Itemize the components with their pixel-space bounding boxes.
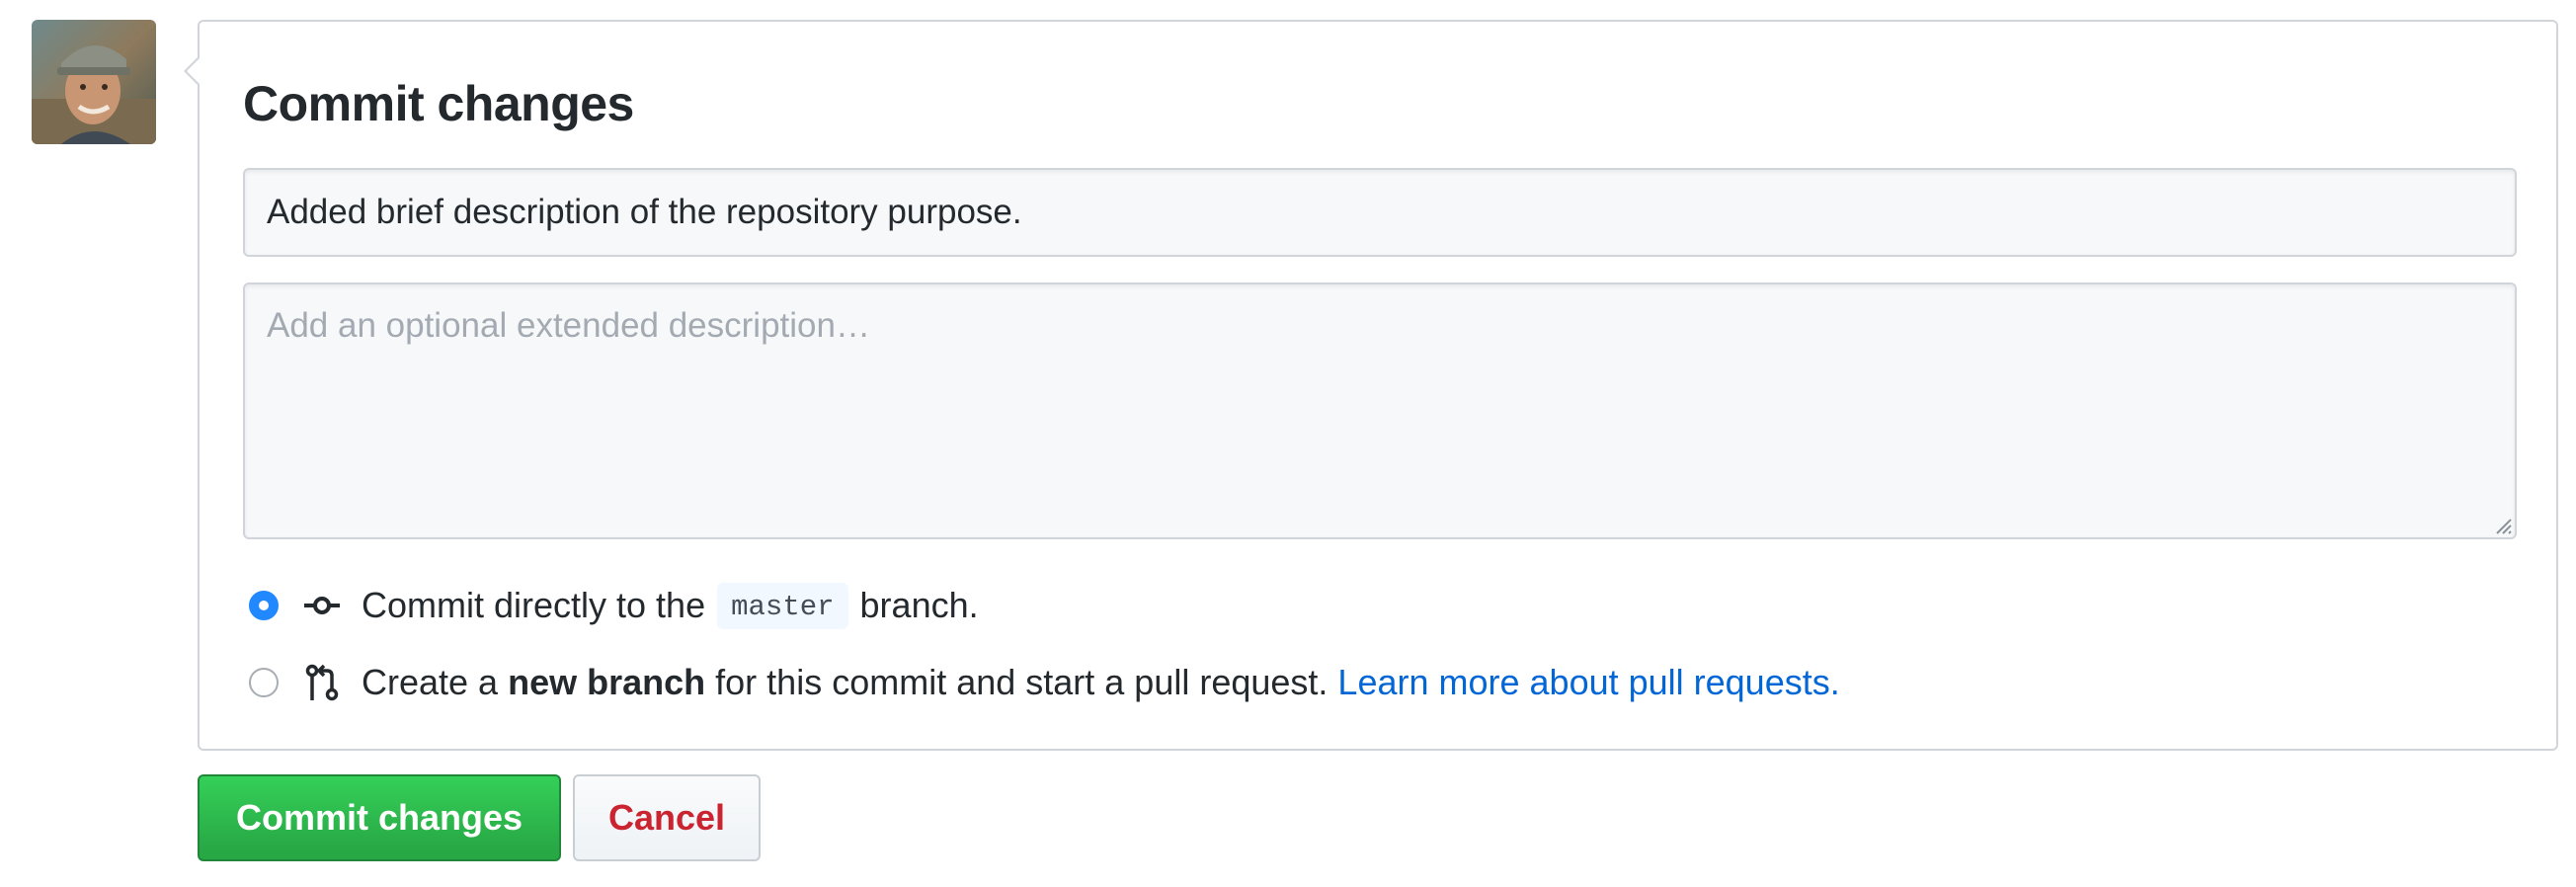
avatar-image (32, 20, 156, 144)
commit-direct-prefix: Commit directly to the (362, 585, 706, 625)
branch-name-pill: master (717, 582, 848, 629)
commit-direct-radio[interactable] (249, 591, 279, 620)
commit-form-panel: Commit changes Commit directly to the ma… (184, 20, 2558, 751)
learn-more-pull-requests-link[interactable]: Learn more about pull requests. (1337, 662, 1839, 703)
commit-description-textarea[interactable] (243, 282, 2517, 539)
commit-direct-suffix: branch. (859, 585, 979, 625)
avatar[interactable] (32, 20, 156, 144)
commit-direct-option[interactable]: Commit directly to the master branch. (249, 579, 979, 632)
commit-changes-button[interactable]: Commit changes (198, 774, 561, 861)
commit-summary-input[interactable] (243, 168, 2517, 257)
git-commit-icon (304, 597, 340, 614)
new-branch-option[interactable]: Create a new branch for this commit and … (249, 656, 1840, 709)
new-branch-prefix: Create a (362, 662, 499, 702)
panel-caret (184, 55, 201, 87)
new-branch-emphasis: new branch (508, 662, 706, 702)
cancel-button[interactable]: Cancel (573, 774, 761, 861)
new-branch-suffix: for this commit and start a pull request… (715, 662, 1328, 702)
resize-grip-icon[interactable] (2493, 516, 2513, 535)
new-branch-radio[interactable] (249, 668, 279, 697)
commit-form-title: Commit changes (243, 76, 634, 131)
commit-changes-page: Commit changes Commit directly to the ma… (0, 0, 2576, 887)
git-pull-request-icon (305, 664, 339, 701)
